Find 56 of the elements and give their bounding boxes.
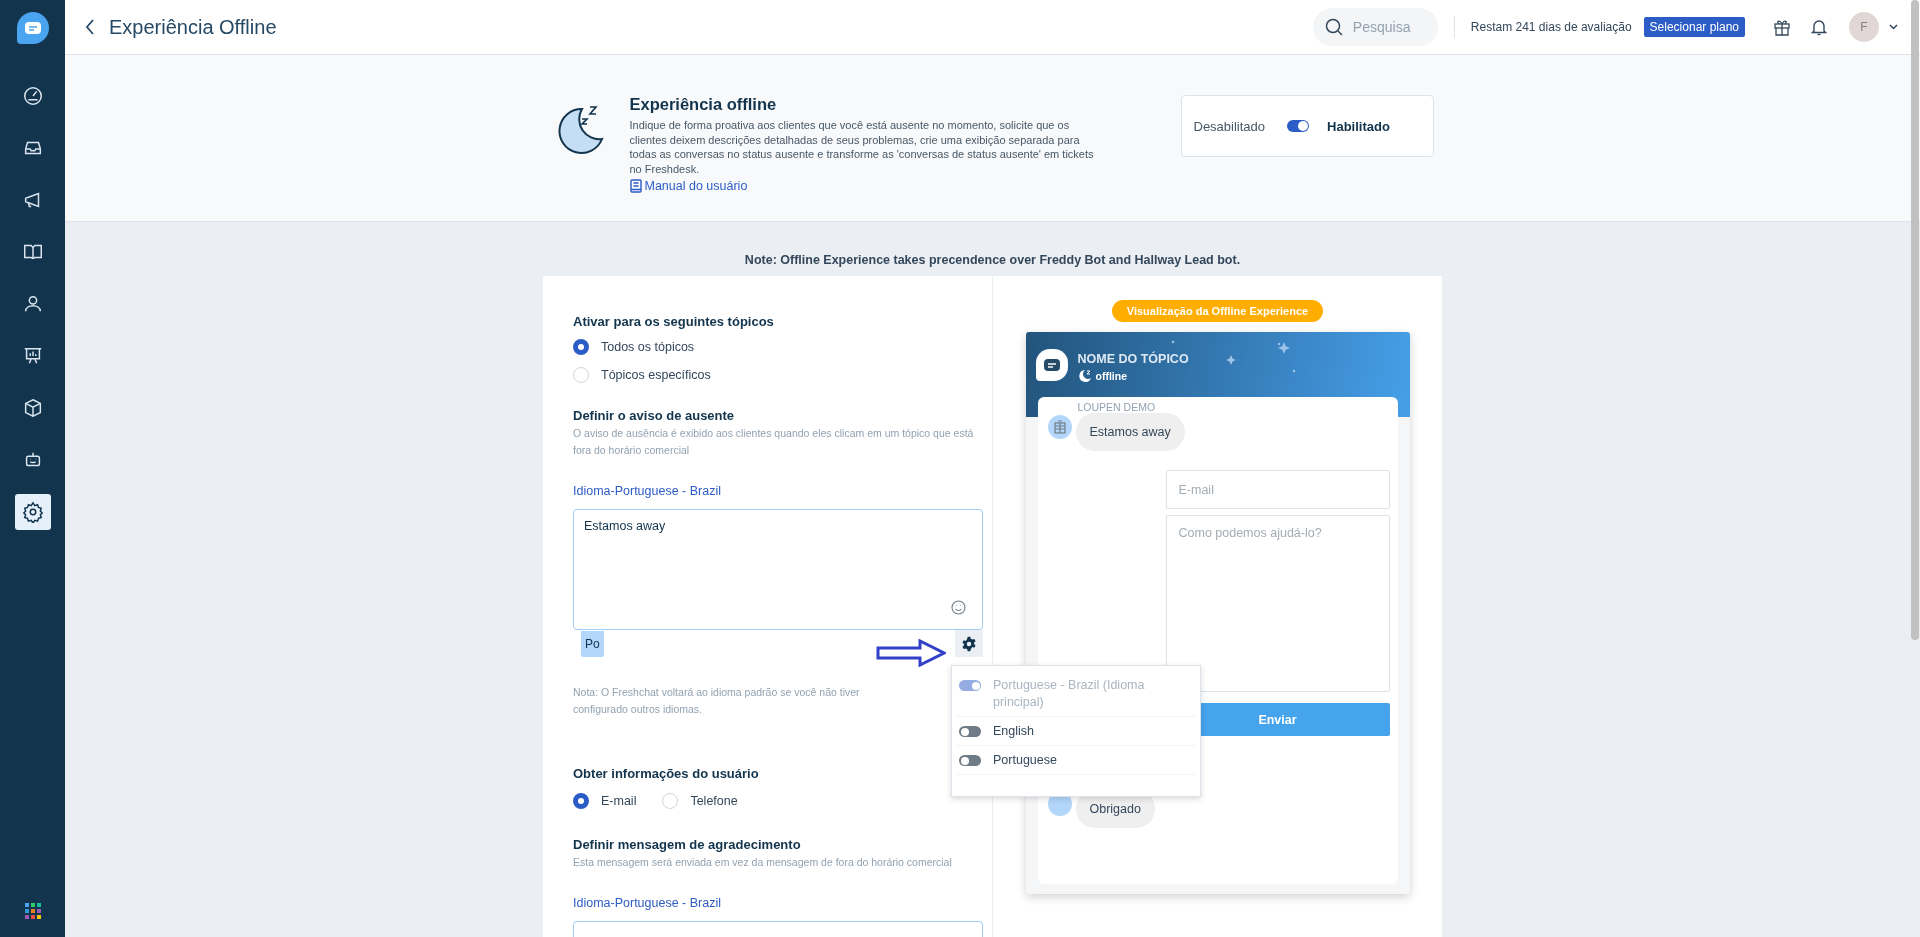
section-description: Indique de forma proativa aos clientes que você está ausente no momento, solicite que os clientes deixem descrições detalhadas de seus problemas, crie uma exibição separada para todas as conversas no status ausente e transforme as 'conversas de status ausente' em tickets no Freshdesk.	[629, 118, 1095, 176]
section-heading: Obter informações do usuário	[573, 766, 760, 781]
section-heading: Definir mensagem de agradecimento	[573, 837, 802, 852]
preview-badge: Visualização da Offline Experience	[1111, 300, 1324, 322]
language-label: Idioma-Portuguese - Brazil	[573, 484, 722, 498]
radio-label: Telefone	[690, 794, 738, 808]
menu-item-label: Portuguese - Brazil (Idioma principal)	[993, 677, 1146, 711]
section-heading: Definir o aviso de ausente	[573, 408, 736, 423]
menu-item-label: Portuguese	[993, 752, 1057, 769]
offline-status: offline	[1095, 369, 1127, 382]
language-note: Nota: O Freshchat voltará ao idioma padrão se você não tiver configurado outros idiomas.	[573, 685, 861, 717]
toggle-switch[interactable]	[959, 726, 981, 737]
gift-icon[interactable]	[1773, 18, 1791, 36]
menu-item-label: English	[993, 723, 1034, 740]
select-plan-button[interactable]: Selecionar plano	[1643, 17, 1745, 37]
radio-label: Todos os tópicos	[601, 340, 695, 354]
moon-icon	[1077, 369, 1092, 382]
agent-name: LOUPEN DEMO	[1077, 401, 1157, 413]
back-icon[interactable]	[85, 19, 95, 35]
language-tag[interactable]: Po	[581, 630, 604, 657]
chat-message: Estamos away	[1075, 413, 1185, 451]
app-logo[interactable]	[16, 12, 49, 44]
book-icon	[629, 179, 642, 193]
toggle-label: Desabilitado	[1193, 118, 1266, 134]
agent-avatar	[1047, 415, 1072, 439]
precedence-note: Note: Offline Experience takes precendence over Freddy Bot and Hallway Lead bot.	[744, 253, 1241, 267]
page-title: Experiência Offline	[109, 15, 277, 39]
toggle-label: Habilitado	[1327, 118, 1390, 134]
toggle-switch[interactable]	[1287, 120, 1310, 132]
radio-label: Tópicos específicos	[601, 368, 711, 382]
language-label: Idioma-Portuguese - Brazil	[573, 896, 722, 910]
radio-button[interactable]	[573, 339, 589, 355]
apps-grid-icon[interactable]	[24, 903, 41, 919]
hint-text: Esta mensagem será enviada em vez da mensagem de fora do horário comercial	[573, 855, 953, 870]
radio-label: E-mail	[601, 794, 637, 808]
message-field[interactable]: Estamos away	[573, 509, 983, 630]
scrollbar[interactable]	[1911, 0, 1919, 640]
user-manual-link[interactable]: Manual do usuário	[629, 179, 748, 193]
radio-button[interactable]	[573, 793, 589, 809]
chat-logo	[1035, 349, 1068, 381]
toggle-switch[interactable]	[959, 755, 981, 766]
emoji-icon[interactable]	[951, 600, 966, 615]
arrow-annotation	[876, 639, 946, 667]
gear-icon	[961, 635, 977, 652]
hint-text: O aviso de ausência é exibido aos clientes quando eles clicam em um tópico que está fora do horário comercial	[573, 426, 975, 458]
settings-button[interactable]	[955, 630, 983, 657]
search-icon	[1324, 18, 1343, 36]
question-field[interactable]: Como podemos ajudá-lo?	[1165, 515, 1390, 692]
trial-notice: Restam 241 dias de avaliação	[1470, 20, 1632, 34]
email-field[interactable]: E-mail	[1165, 470, 1390, 509]
settings-icon[interactable]	[14, 494, 51, 530]
topic-name: NOME DO TÓPICO	[1077, 352, 1189, 366]
section-title: Experiência offline	[629, 95, 778, 114]
bell-icon[interactable]	[1811, 18, 1827, 36]
caret-icon[interactable]	[1889, 24, 1898, 30]
section-heading: Ativar para os seguintes tópicos	[573, 314, 775, 329]
